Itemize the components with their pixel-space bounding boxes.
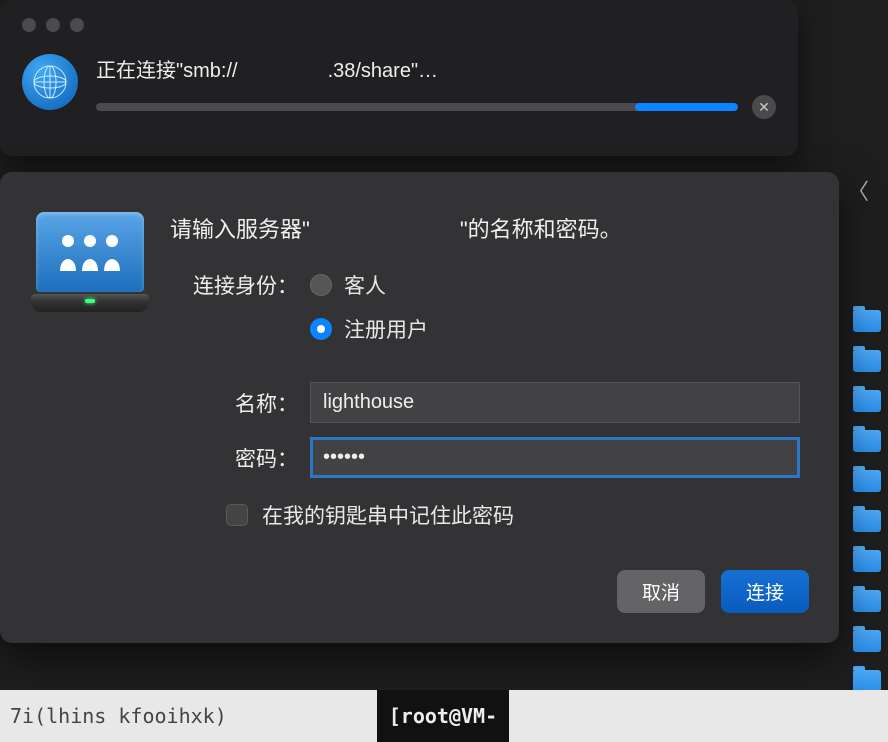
radio-icon: [310, 274, 332, 296]
window-zoom-button[interactable]: [70, 18, 84, 32]
window-traffic-lights: [22, 18, 776, 32]
network-server-icon: [30, 212, 150, 322]
background-folder-column: [853, 310, 888, 692]
auth-prompt-suffix: "的名称和密码。: [460, 217, 622, 242]
radio-guest[interactable]: 客人: [310, 270, 428, 300]
close-icon: ✕: [758, 99, 770, 116]
progress-bar-fill: [635, 103, 738, 111]
auth-prompt-text: 请输入服务器" "的名称和密码。: [170, 212, 809, 244]
redacted-ip: [238, 63, 328, 81]
radio-icon: [310, 318, 332, 340]
folder-icon: [853, 310, 881, 332]
radio-registered-label: 注册用户: [344, 314, 428, 344]
folder-icon: [853, 470, 881, 492]
progress-bar: [96, 103, 738, 111]
folder-icon: [853, 350, 881, 372]
radio-guest-label: 客人: [344, 270, 386, 300]
username-label: 名称：: [170, 388, 310, 418]
folder-icon: [853, 590, 881, 612]
progress-title: 正在连接"smb:// .38/share"…: [96, 54, 776, 83]
folder-icon: [853, 510, 881, 532]
bottom-left-text: 7i(lhins kfooihxk): [0, 704, 237, 728]
password-label: 密码：: [170, 443, 310, 473]
watermark-text: https://blog.csdn.net/a2267542848: [642, 705, 882, 722]
cancel-button[interactable]: 取消: [617, 570, 705, 613]
window-minimize-button[interactable]: [46, 18, 60, 32]
folder-icon: [853, 550, 881, 572]
progress-cancel-button[interactable]: ✕: [752, 95, 776, 119]
folder-icon: [853, 630, 881, 652]
smb-auth-dialog: 请输入服务器" "的名称和密码。 连接身份： 客人 注册用户 名称：: [0, 172, 839, 643]
folder-icon: [853, 390, 881, 412]
auth-prompt-prefix: 请输入服务器": [170, 217, 310, 242]
terminal-prompt-fragment: [root@VM-: [377, 690, 509, 742]
progress-title-prefix: 正在连接"smb://: [96, 60, 238, 82]
progress-title-suffix: .38/share"…: [328, 60, 439, 82]
remember-password-label: 在我的钥匙串中记住此密码: [262, 500, 514, 530]
connect-progress-window: 正在连接"smb:// .38/share"… ✕: [0, 0, 798, 156]
password-input[interactable]: [310, 437, 800, 478]
radio-registered-user[interactable]: 注册用户: [310, 314, 428, 344]
network-globe-icon: [22, 54, 78, 110]
connect-button[interactable]: 连接: [721, 570, 809, 613]
window-close-button[interactable]: [22, 18, 36, 32]
remember-password-checkbox[interactable]: [226, 504, 248, 526]
folder-icon: [853, 430, 881, 452]
connect-as-label: 连接身份：: [170, 270, 310, 300]
back-chevron-icon: 〈: [843, 175, 873, 205]
folder-icon: [853, 670, 881, 692]
username-input[interactable]: [310, 382, 800, 423]
